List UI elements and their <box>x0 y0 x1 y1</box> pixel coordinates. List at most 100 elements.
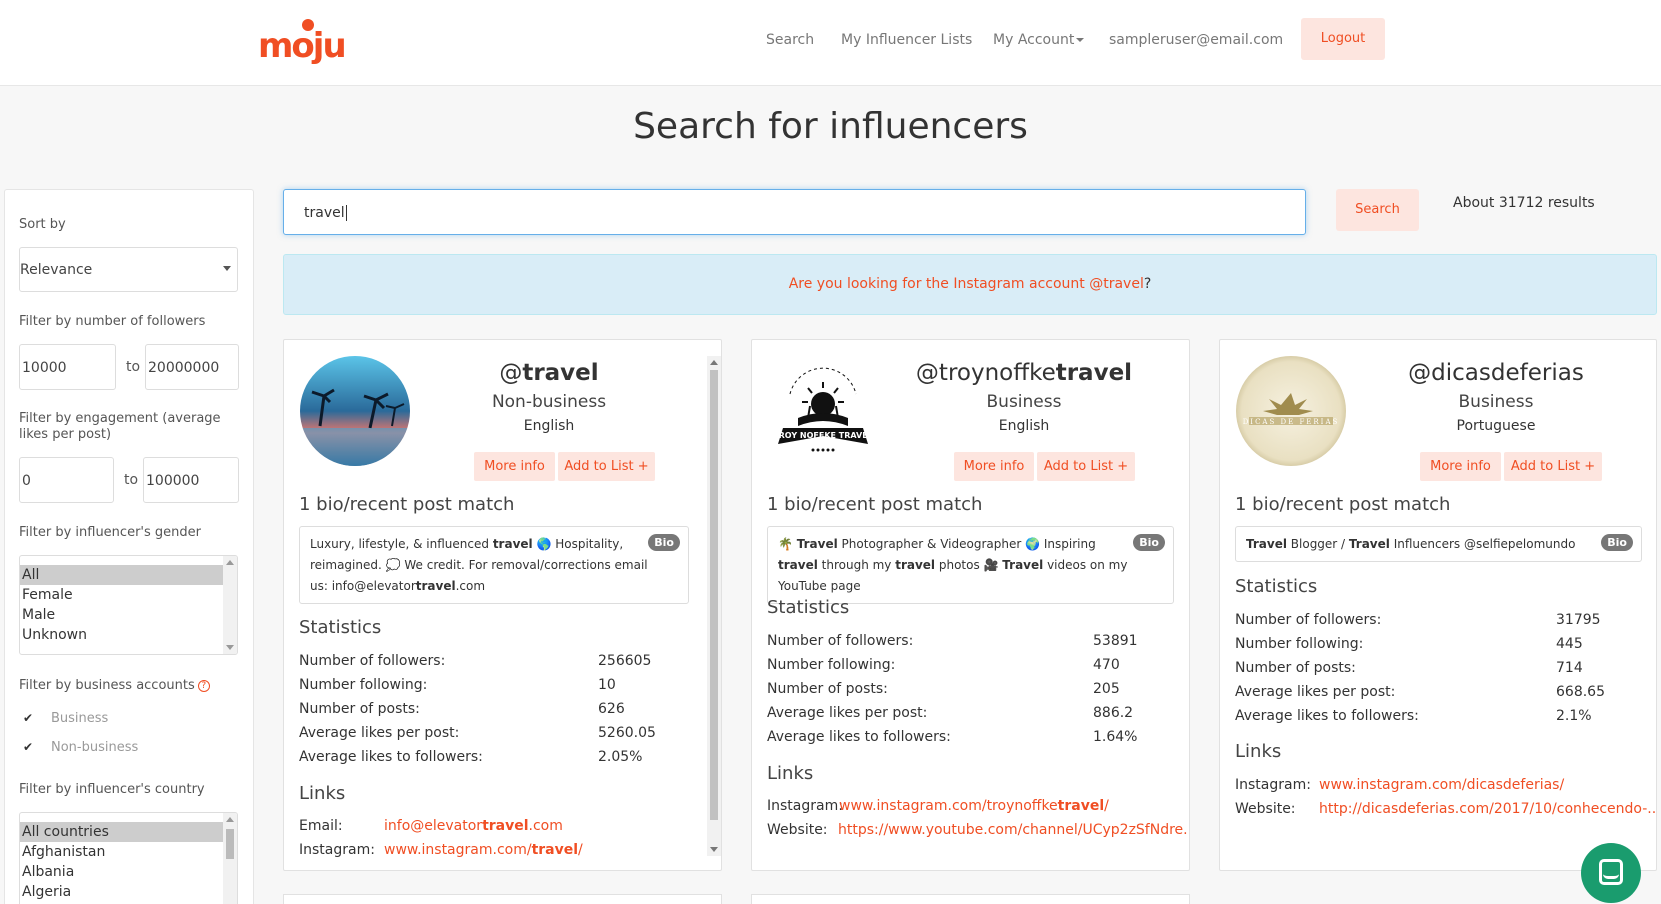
avatar[interactable] <box>300 356 410 466</box>
avatar[interactable]: TROY NOFFKE TRAVEL <box>768 356 878 466</box>
add-to-list-button[interactable]: Add to List + <box>1037 452 1135 481</box>
search-button[interactable]: Search <box>1336 189 1419 231</box>
more-info-button[interactable]: More info <box>474 452 555 481</box>
nav-account-dropdown[interactable]: My Account <box>993 32 1085 48</box>
influencer-handle[interactable]: @travel <box>424 360 674 386</box>
moju-logo[interactable]: moju <box>258 16 347 66</box>
nav-lists-link[interactable]: My Influencer Lists <box>841 32 972 48</box>
match-count: 1 bio/recent post match <box>1235 494 1451 515</box>
card-scrollbar[interactable] <box>707 356 721 856</box>
nonbusiness-checkbox[interactable]: ✔ Non-business <box>23 740 138 755</box>
followers-min-input[interactable]: 10000 <box>19 344 116 390</box>
instagram-link[interactable]: www.instagram.com/travel/ <box>384 842 583 858</box>
add-to-list-button[interactable]: Add to List + <box>558 452 655 481</box>
engagement-min-input[interactable]: 0 <box>19 457 114 503</box>
avg-likes-value: 668.65 <box>1556 684 1605 700</box>
engagement-max-input[interactable]: 100000 <box>143 457 239 503</box>
scrollbar-thumb[interactable] <box>710 370 718 820</box>
nav-account-label: My Account <box>993 32 1075 48</box>
nav-user-email[interactable]: sampleruser@email.com <box>1109 32 1283 48</box>
search-input-value: travel <box>304 205 345 221</box>
bio-badge: Bio <box>1133 534 1165 551</box>
select-arrow-icon <box>223 266 231 271</box>
website-label: Website: <box>767 822 828 838</box>
language: English <box>523 418 575 434</box>
business-checkbox[interactable]: ✔ Business <box>23 711 108 726</box>
email-link[interactable]: info@elevatortravel.com <box>384 818 563 834</box>
website-link[interactable]: https://www.youtube.com/channel/UCyp2zSf… <box>838 822 1189 838</box>
followers-max-input[interactable]: 20000000 <box>145 344 239 390</box>
following-label: Number following: <box>1235 636 1364 652</box>
logout-button[interactable]: Logout <box>1301 18 1385 60</box>
country-option[interactable]: All countries <box>20 822 223 842</box>
caret-down-icon <box>1076 38 1085 42</box>
logo-text: moju <box>258 26 347 66</box>
account-suggestion-banner: Are you looking for the Instagram accoun… <box>283 254 1657 315</box>
followers-filter-label: Filter by number of followers <box>19 314 206 329</box>
gender-option-female[interactable]: Female <box>20 585 223 605</box>
posts-value: 626 <box>598 701 625 717</box>
account-type: Non-business <box>491 392 607 412</box>
following-value: 10 <box>598 677 616 693</box>
bio-text: through my <box>817 558 896 572</box>
scroll-down-icon <box>710 847 718 852</box>
handle-prefix: @ <box>499 360 523 386</box>
suggested-account-link[interactable]: Are you looking for the Instagram accoun… <box>789 276 1144 292</box>
followers-value: 256605 <box>598 653 652 669</box>
country-scrollbar[interactable] <box>223 813 237 904</box>
results-count: About 31712 results <box>1453 195 1595 211</box>
link-text: www.instagram.com/troynoffke <box>839 798 1058 814</box>
following-label: Number following: <box>767 657 896 673</box>
link-text: info@elevator <box>384 818 483 834</box>
avatar[interactable]: DICAS DE FERIAS <box>1236 356 1346 466</box>
instagram-link[interactable]: www.instagram.com/dicasdeferias/ <box>1319 777 1564 793</box>
gender-option-all[interactable]: All <box>20 565 223 585</box>
sort-label: Sort by <box>19 217 66 232</box>
instagram-link[interactable]: www.instagram.com/troynoffketravel/ <box>839 798 1109 814</box>
website-label: Website: <box>1235 801 1296 817</box>
gender-option-male[interactable]: Male <box>20 605 223 625</box>
gender-scrollbar[interactable] <box>223 556 237 654</box>
website-link[interactable]: http://dicasdeferias.com/2017/10/conhece… <box>1319 801 1656 817</box>
scrollbar-thumb[interactable] <box>226 829 234 859</box>
sort-select[interactable]: Relevance <box>19 247 238 292</box>
country-listbox[interactable]: All countries Afghanistan Albania Algeri… <box>19 812 238 904</box>
likes-ratio-label: Average likes to followers: <box>1235 708 1419 724</box>
nav-search-link[interactable]: Search <box>766 32 814 48</box>
bio-highlight: travel <box>492 537 533 551</box>
influencer-handle[interactable]: @dicasdeferias <box>1360 360 1632 386</box>
likes-ratio-label: Average likes to followers: <box>767 729 951 745</box>
question-help-icon[interactable]: ? <box>197 679 210 692</box>
links-heading: Links <box>299 783 346 804</box>
business-filter-label: Filter by business accounts? <box>19 678 210 694</box>
bio-text: Luxury, lifestyle, & influenced <box>310 537 493 551</box>
chat-launcher-button[interactable] <box>1581 843 1641 903</box>
handle-prefix: @troynoffke <box>915 360 1056 386</box>
scroll-up-icon <box>710 360 718 365</box>
match-count: 1 bio/recent post match <box>299 494 515 515</box>
handle-highlight: travel <box>1055 360 1133 386</box>
more-info-button[interactable]: More info <box>954 452 1034 481</box>
engagement-filter-label: Filter by engagement (average likes per … <box>19 411 221 442</box>
instagram-label: Instagram: <box>767 798 843 814</box>
likes-ratio-label: Average likes to followers: <box>299 749 483 765</box>
avg-likes-label: Average likes per post: <box>1235 684 1396 700</box>
more-info-button[interactable]: More info <box>1420 452 1501 481</box>
bio-text: 🌴 <box>778 537 797 551</box>
country-option[interactable]: Albania <box>20 862 223 882</box>
posts-value: 714 <box>1556 660 1583 676</box>
influencer-card <box>283 894 722 904</box>
country-option[interactable]: Afghanistan <box>20 842 223 862</box>
country-option[interactable]: Algeria <box>20 882 223 902</box>
search-input[interactable]: travel <box>283 189 1306 235</box>
influencer-handle[interactable]: @troynoffketravel <box>892 360 1156 386</box>
likes-ratio-value: 1.64% <box>1093 729 1138 745</box>
add-to-list-button[interactable]: Add to List + <box>1504 452 1602 481</box>
checkmark-icon: ✔ <box>23 711 34 725</box>
text-cursor <box>345 205 347 221</box>
gender-listbox[interactable]: All Female Male Unknown <box>19 555 238 655</box>
gender-option-unknown[interactable]: Unknown <box>20 625 223 645</box>
posts-label: Number of posts: <box>767 681 888 697</box>
instagram-label: Instagram: <box>299 842 375 858</box>
bio-box: Luxury, lifestyle, & influenced travel 🌎… <box>299 526 689 604</box>
